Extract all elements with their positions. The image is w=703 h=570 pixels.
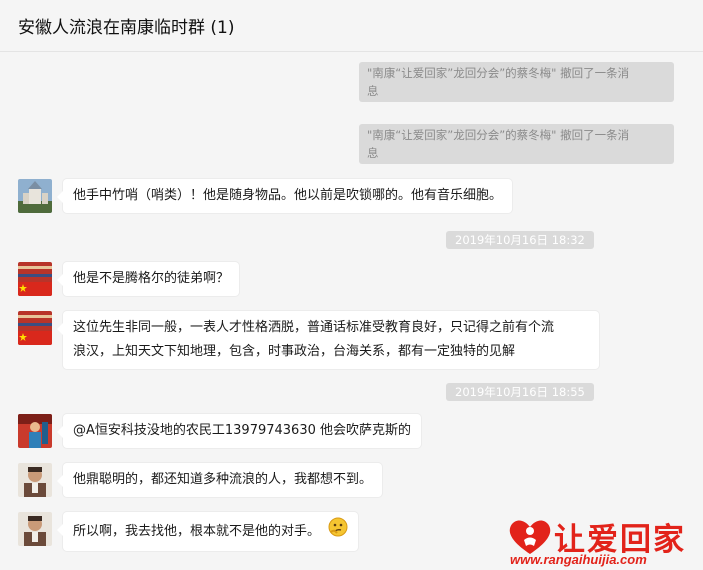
recall-notice-line: "南康“让爱回家”龙回分会”的蔡冬梅" 撤回了一条消 <box>367 66 630 80</box>
watermark-logo: 让爱回家 www.rangaihuijia.com <box>500 510 700 570</box>
message-bubble[interactable]: 所以啊，我去找他，根本就不是他的对手。 <box>56 512 359 551</box>
avatar[interactable] <box>18 311 52 345</box>
avatar[interactable] <box>18 463 52 497</box>
message-bubble[interactable]: 他手中竹哨（哨类）！他是随身物品。他以前是吹锁哪的。他有音乐细胞。 <box>56 179 513 213</box>
recall-notice-line: 息 <box>367 146 379 160</box>
chat-title: 安徽人流浪在南康临时群 (1) <box>18 18 235 38</box>
message-bubble[interactable]: 这位先生非同一般，一表人才性格洒脱，普通话标准受教育良好，只记得之前有个流 浪汉… <box>57 311 599 369</box>
avatar[interactable] <box>18 179 52 213</box>
message-bubble[interactable]: 他鼎聪明的，都还知道多种流浪的人，我都想不到。 <box>56 463 383 497</box>
recall-notice: "南康“让爱回家”龙回分会”的蔡冬梅" 撤回了一条消 息 <box>359 124 674 164</box>
watermark-url: www.rangaihuijia.com <box>510 552 647 567</box>
avatar[interactable] <box>18 512 52 546</box>
message-text: 浪汉，上知天文下知地理，包含，时事政治，台海关系，都有一定独特的见解 <box>73 344 516 359</box>
avatar[interactable] <box>18 414 52 448</box>
recall-notice-line: 息 <box>367 84 379 98</box>
recall-notice: "南康“让爱回家”龙回分会”的蔡冬梅" 撤回了一条消 息 <box>359 62 674 102</box>
message-text: 所以啊，我去找他，根本就不是他的对手。 <box>73 524 321 539</box>
avatar[interactable] <box>18 262 52 296</box>
recall-notice-line: "南康“让爱回家”龙回分会”的蔡冬梅" 撤回了一条消 <box>367 128 630 142</box>
message-text: 他鼎聪明的，都还知道多种流浪的人，我都想不到。 <box>73 472 373 487</box>
message-text: @A恒安科技没地的农民工13979743630 他会吹萨克斯的 <box>73 423 412 438</box>
thinking-emoji-icon <box>328 517 348 546</box>
timestamp: 2019年10月16日 18:32 <box>446 231 594 249</box>
message-text: 他手中竹哨（哨类）！他是随身物品。他以前是吹锁哪的。他有音乐细胞。 <box>73 188 503 203</box>
timestamp: 2019年10月16日 18:55 <box>446 383 594 401</box>
message-text: 这位先生非同一般，一表人才性格洒脱，普通话标准受教育良好，只记得之前有个流 <box>73 320 555 335</box>
message-bubble[interactable]: 他是不是腾格尔的徒弟啊？ <box>56 262 240 296</box>
chat-header: 安徽人流浪在南康临时群 (1) <box>0 0 703 52</box>
message-text: 他是不是腾格尔的徒弟啊？ <box>73 271 230 286</box>
message-bubble[interactable]: @A恒安科技没地的农民工13979743630 他会吹萨克斯的 <box>56 414 422 448</box>
